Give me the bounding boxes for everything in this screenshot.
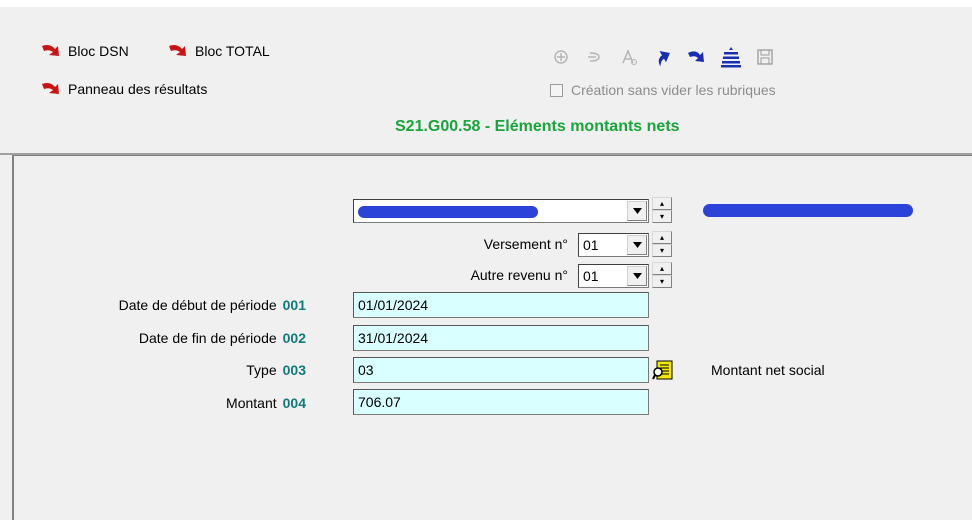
creation-checkbox[interactable] [550,83,563,97]
field-label-text: Type [246,362,277,378]
versement-value: 01 [583,237,599,253]
field-code: 001 [282,297,306,313]
field-code: 004 [282,395,306,411]
panneau-resultats-link[interactable]: Panneau des résultats [40,80,207,98]
arrow-up-icon[interactable] [652,46,674,68]
red-arrow-icon [169,45,186,56]
chevron-down-icon[interactable] [627,266,647,286]
red-arrow-icon [42,83,59,94]
remove-icon[interactable] [584,46,606,68]
toolbar [550,46,776,68]
spin-down-icon[interactable]: ▾ [652,210,672,223]
autre-revenu-select[interactable]: 01 [578,264,649,288]
person-spinner[interactable]: ▴ ▾ [652,197,672,223]
red-arrow-icon [42,45,59,56]
font-icon[interactable] [618,46,640,68]
chevron-down-icon[interactable] [627,235,647,255]
bloc-dsn-label: Bloc DSN [68,43,129,59]
field-label-001: Date de début de période 001 [40,297,306,313]
redaction-mark [703,204,913,217]
section-title: S21.G00.58 - Eléments montants nets [395,118,680,135]
type-input[interactable]: 03 [353,357,649,383]
field-label-text: Date de début de période [118,297,277,313]
bloc-dsn-link[interactable]: Bloc DSN [40,42,129,60]
versement-label: Versement n° [483,236,568,252]
field-code: 003 [282,362,306,378]
spin-up-icon[interactable]: ▴ [652,197,672,210]
save-icon[interactable] [754,46,776,68]
top-edge [0,0,972,7]
versement-spinner[interactable]: ▴ ▾ [652,231,672,257]
list-icon[interactable] [720,46,742,68]
date-fin-input[interactable]: 31/01/2024 [353,325,649,351]
spin-down-icon[interactable]: ▾ [652,244,672,257]
field-label-002: Date de fin de période 002 [40,330,306,346]
montant-input[interactable]: 706.07 [353,389,649,415]
arrow-down-icon[interactable] [686,46,708,68]
lookup-icon[interactable] [652,359,674,381]
type-description: Montant net social [711,362,825,378]
creation-checkbox-label: Création sans vider les rubriques [571,82,776,98]
date-debut-input[interactable]: 01/01/2024 [353,292,649,318]
field-label-004: Montant 004 [40,395,306,411]
spin-down-icon[interactable]: ▾ [652,275,672,288]
spin-up-icon[interactable]: ▴ [652,262,672,275]
redaction-mark [358,206,538,218]
bloc-total-label: Bloc TOTAL [195,43,270,59]
field-label-text: Montant [226,395,277,411]
add-icon[interactable] [550,46,572,68]
field-label-003: Type 003 [40,362,306,378]
autre-revenu-label: Autre revenu n° [470,267,568,283]
spin-up-icon[interactable]: ▴ [652,231,672,244]
field-code: 002 [282,330,306,346]
versement-select[interactable]: 01 [578,233,649,257]
bloc-total-link[interactable]: Bloc TOTAL [167,42,270,60]
panneau-resultats-label: Panneau des résultats [68,81,208,97]
creation-checkbox-row[interactable]: Création sans vider les rubriques [550,82,776,98]
field-label-text: Date de fin de période [138,330,277,346]
chevron-down-icon[interactable] [627,201,647,221]
autre-revenu-value: 01 [583,268,599,284]
autre-revenu-spinner[interactable]: ▴ ▾ [652,262,672,288]
